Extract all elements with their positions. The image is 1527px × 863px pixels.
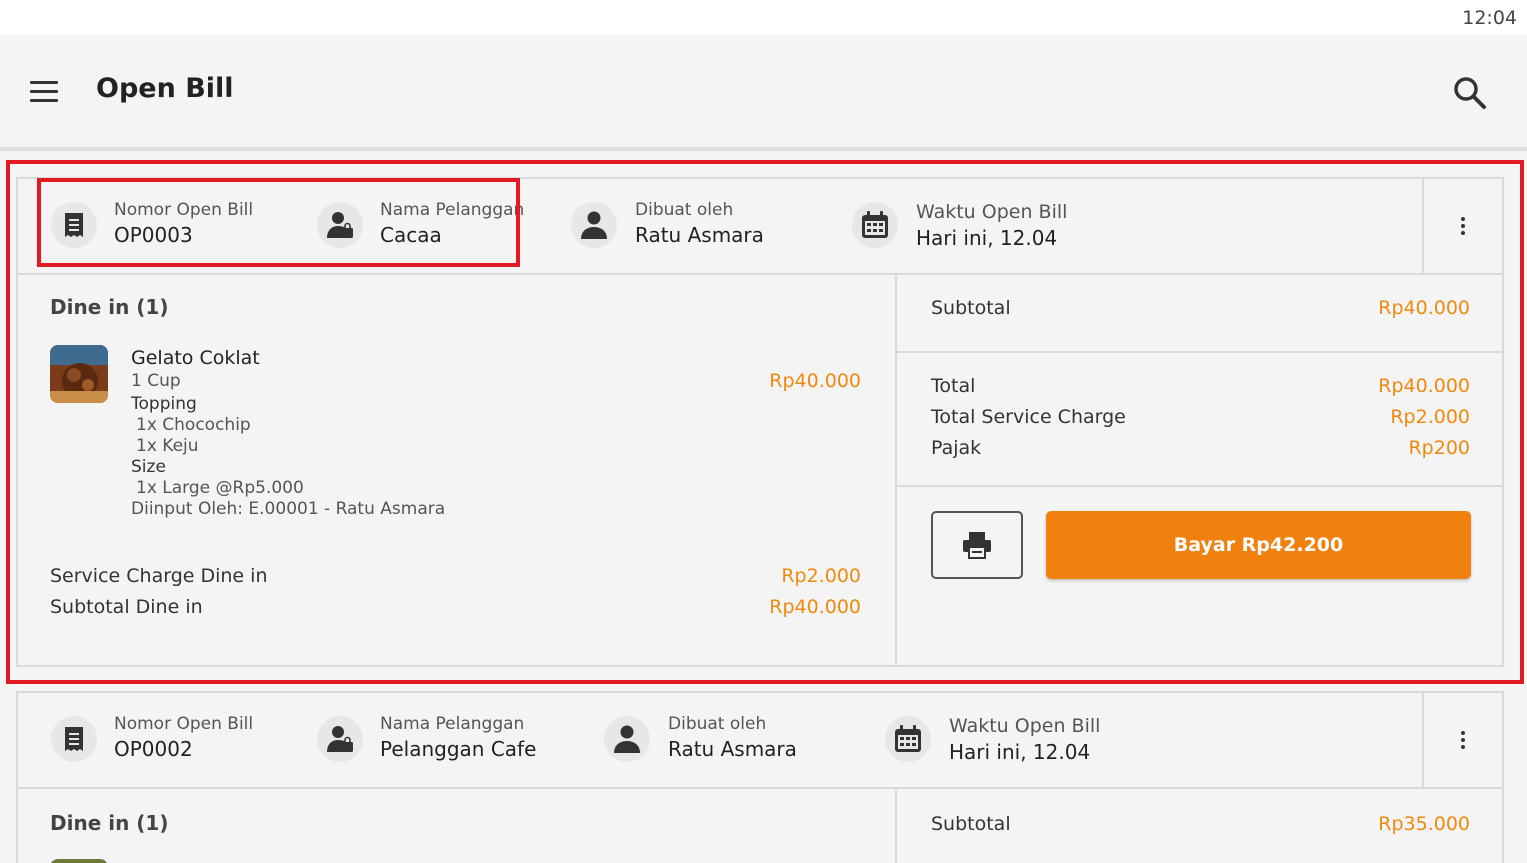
- customer-name: Cacaa: [380, 223, 442, 247]
- item-price: Rp40.000: [769, 370, 861, 392]
- open-bill-header: Nomor Open Bill OP0003 Nama Pelanggan Ca…: [18, 179, 1502, 275]
- open-bill-card[interactable]: Nomor Open Bill OP0002 Nama Pelanggan Pe…: [16, 691, 1504, 863]
- order-details: Dine in (1): [18, 789, 895, 863]
- input-by: Diinput Oleh: E.00001 - Ratu Asmara: [131, 499, 446, 519]
- created-by-label: Dibuat oleh: [635, 200, 734, 220]
- page-title: Open Bill: [96, 73, 234, 104]
- bill-number: OP0002: [114, 737, 193, 761]
- size-label: Size: [131, 457, 166, 477]
- open-bill-card[interactable]: Nomor Open Bill OP0003 Nama Pelanggan Ca…: [16, 177, 1504, 667]
- print-button[interactable]: [931, 511, 1023, 579]
- divider: [897, 485, 1502, 487]
- open-time: Hari ini, 12.04: [949, 740, 1091, 764]
- open-bill-body: Dine in (1) Gelato Coklat 1 Cup Topping …: [18, 275, 1502, 667]
- service-charge-value: Rp2.000: [781, 565, 861, 587]
- created-by-label: Dibuat oleh: [668, 714, 767, 734]
- open-time-label: Waktu Open Bill: [949, 715, 1101, 737]
- receipt-icon: [51, 716, 97, 762]
- calendar-icon: [885, 716, 931, 762]
- total-service-value: Rp2.000: [1390, 406, 1470, 428]
- menu-icon[interactable]: [30, 81, 58, 103]
- subtotal-value: Rp40.000: [1378, 297, 1470, 319]
- order-details: Dine in (1) Gelato Coklat 1 Cup Topping …: [18, 275, 895, 667]
- total-label: Total: [931, 375, 976, 397]
- status-bar: 12:04: [0, 0, 1527, 35]
- topping-item: 1x Keju: [136, 436, 199, 456]
- item-thumbnail: [50, 345, 108, 403]
- subtotal-dine-label: Subtotal Dine in: [50, 596, 203, 618]
- open-time: Hari ini, 12.04: [916, 226, 1058, 250]
- customer-icon: [317, 716, 363, 762]
- divider: [897, 351, 1502, 353]
- subtotal-dine-value: Rp40.000: [769, 596, 861, 618]
- customer-label: Nama Pelanggan: [380, 714, 525, 734]
- topping-label: Topping: [131, 394, 197, 414]
- person-icon: [604, 716, 650, 762]
- customer-label: Nama Pelanggan: [380, 200, 525, 220]
- item-quantity: 1 Cup: [131, 371, 181, 391]
- created-by: Ratu Asmara: [635, 223, 764, 247]
- app-bar: Open Bill: [0, 35, 1527, 151]
- total-value: Rp40.000: [1378, 375, 1470, 397]
- section-title: Dine in (1): [50, 811, 169, 835]
- tax-value: Rp200: [1408, 437, 1470, 459]
- printer-icon: [963, 532, 991, 559]
- total-service-label: Total Service Charge: [931, 406, 1126, 428]
- bill-number-label: Nomor Open Bill: [114, 200, 254, 220]
- open-bill-body: Dine in (1) Subtotal Rp35.000: [18, 789, 1502, 863]
- person-icon: [571, 202, 617, 248]
- subtotal-label: Subtotal: [931, 813, 1011, 835]
- topping-item: 1x Chocochip: [136, 415, 251, 435]
- size-value: 1x Large @Rp5.000: [136, 478, 304, 498]
- payment-summary: Subtotal Rp40.000 Total Rp40.000 Total S…: [895, 275, 1502, 667]
- open-time-label: Waktu Open Bill: [916, 201, 1068, 223]
- search-icon[interactable]: [1452, 75, 1488, 111]
- item-name: Gelato Coklat: [131, 347, 260, 369]
- service-charge-label: Service Charge Dine in: [50, 565, 268, 587]
- tax-label: Pajak: [931, 437, 982, 459]
- open-bill-header: Nomor Open Bill OP0002 Nama Pelanggan Pe…: [18, 693, 1502, 789]
- calendar-icon: [852, 202, 898, 248]
- bill-number: OP0003: [114, 223, 193, 247]
- created-by: Ratu Asmara: [668, 737, 797, 761]
- subtotal-value: Rp35.000: [1378, 813, 1470, 835]
- pay-button[interactable]: Bayar Rp42.200: [1046, 511, 1471, 579]
- section-title: Dine in (1): [50, 295, 169, 319]
- status-time: 12:04: [1462, 7, 1517, 29]
- customer-name: Pelanggan Cafe: [380, 737, 537, 761]
- bill-number-label: Nomor Open Bill: [114, 714, 254, 734]
- more-vert-icon[interactable]: [1422, 179, 1502, 273]
- payment-summary: Subtotal Rp35.000: [895, 789, 1502, 863]
- receipt-icon: [51, 202, 97, 248]
- more-vert-icon[interactable]: [1422, 693, 1502, 787]
- item-thumbnail: [50, 859, 108, 863]
- customer-icon: [317, 202, 363, 248]
- subtotal-label: Subtotal: [931, 297, 1011, 319]
